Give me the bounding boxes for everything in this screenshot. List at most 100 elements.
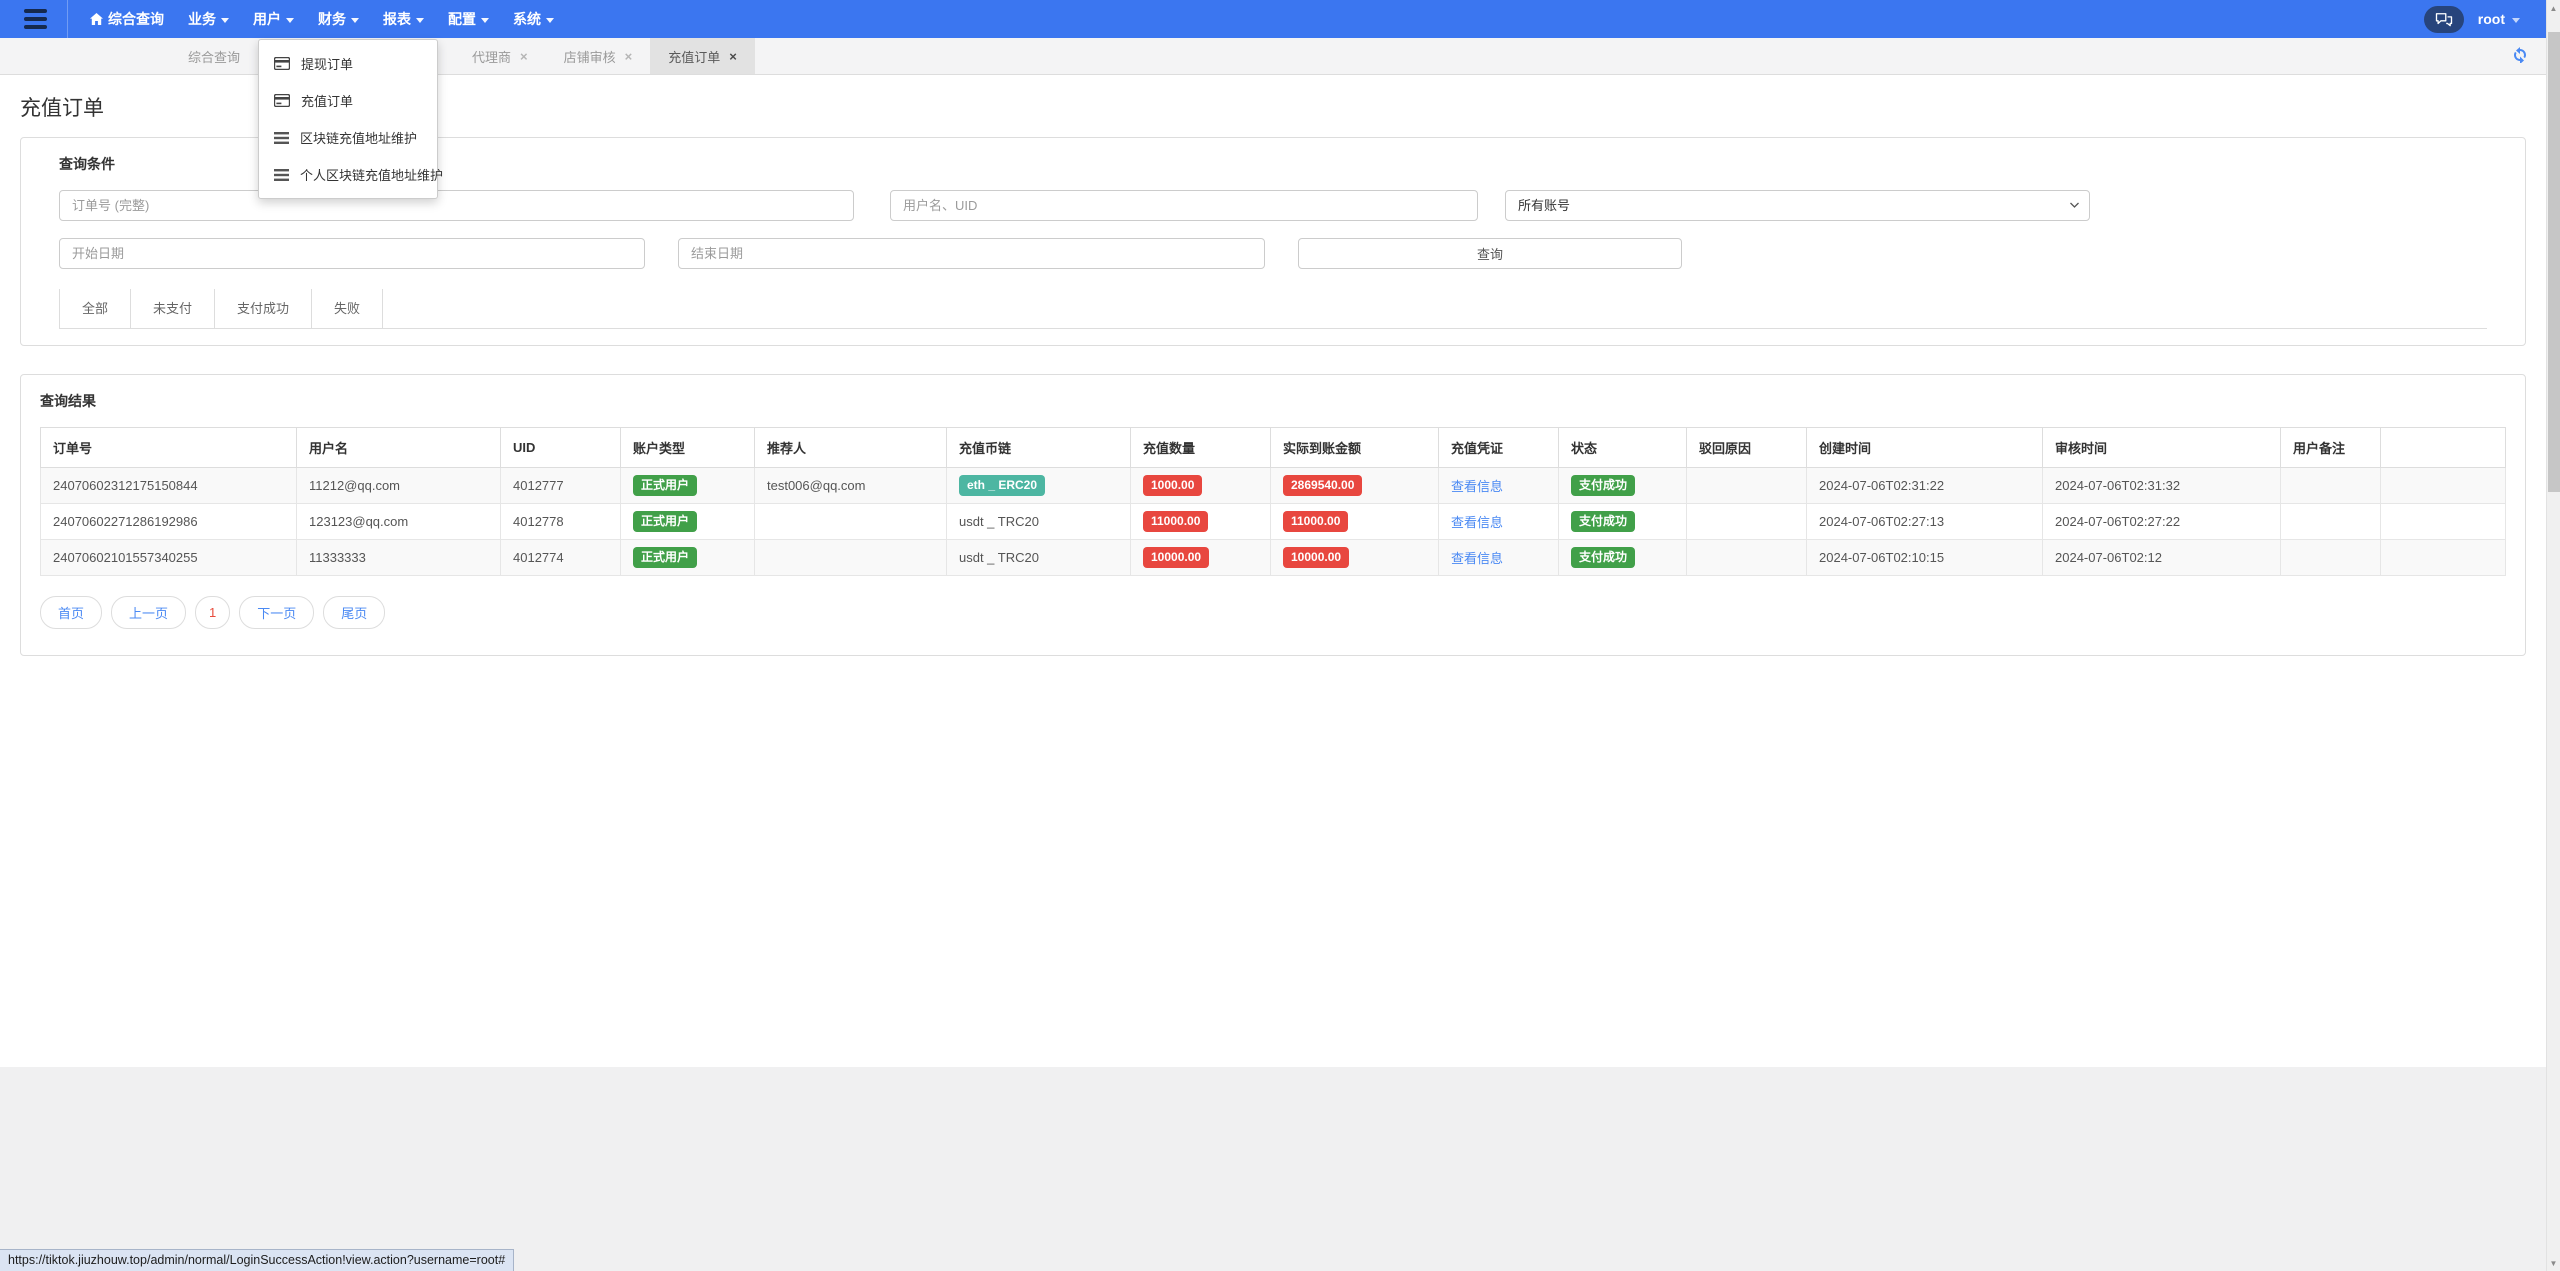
cell-account-type: 正式用户 [620, 503, 755, 540]
nav-item-label: 综合查询 [108, 11, 164, 27]
pagination: 首页 上一页 1 下一页 尾页 [40, 596, 2506, 629]
col-reject-reason: 驳回原因 [1686, 427, 1807, 468]
actual-amount-badge: 10000.00 [1283, 547, 1350, 568]
caret-down-icon [416, 17, 424, 23]
nav-item-finance[interactable]: 财务 [306, 0, 371, 38]
view-info-link[interactable]: 查看信息 [1451, 479, 1503, 494]
nav-item-label: 用户 [253, 11, 281, 27]
chain-badge: eth _ ERC20 [959, 475, 1046, 496]
scroll-down-icon[interactable]: ▼ [2547, 1255, 2560, 1271]
caret-down-icon [286, 17, 294, 23]
end-date-input[interactable] [678, 238, 1265, 269]
cell-reject-reason [1686, 539, 1807, 576]
main-content: 充值订单 查询条件 所有账号 查询 全部 未支付 支付成功 失败 [0, 75, 2546, 1067]
view-info-link[interactable]: 查看信息 [1451, 551, 1503, 566]
amount-badge: 10000.00 [1143, 547, 1210, 568]
col-voucher: 充值凭证 [1438, 427, 1559, 468]
chat-button[interactable] [2423, 5, 2464, 33]
close-icon[interactable]: × [625, 50, 633, 63]
refresh-icon[interactable] [2512, 47, 2528, 63]
user-menu[interactable]: root [2478, 11, 2520, 27]
nav-item-business[interactable]: 业务 [176, 0, 241, 38]
tab-recharge-orders[interactable]: 充值订单 × [650, 38, 755, 74]
scrollbar-thumb[interactable] [2548, 32, 2560, 492]
menu-item-label: 个人区块链充值地址维护 [300, 168, 444, 183]
status-tab-all[interactable]: 全部 [59, 289, 130, 328]
cell-extra [2380, 539, 2506, 576]
query-button[interactable]: 查询 [1298, 238, 1682, 269]
cell-chain: usdt _ TRC20 [946, 539, 1131, 576]
nav-item-label: 配置 [448, 11, 476, 27]
cell-referrer: test006@qq.com [754, 467, 947, 504]
cell-username: 11212@qq.com [296, 467, 501, 504]
menu-item-label: 区块链充值地址维护 [300, 131, 418, 146]
chat-icon [2435, 12, 2453, 27]
username-uid-input[interactable] [890, 190, 1478, 221]
close-icon[interactable]: × [729, 50, 737, 63]
start-date-input[interactable] [59, 238, 645, 269]
vertical-scrollbar[interactable]: ▲ ▼ [2546, 0, 2560, 1271]
view-info-link[interactable]: 查看信息 [1451, 515, 1503, 530]
table-row: 24070602271286192986 123123@qq.com 40127… [40, 503, 2506, 540]
col-account-type: 账户类型 [620, 427, 755, 468]
pagination-next-button[interactable]: 下一页 [239, 596, 315, 629]
col-order-no: 订单号 [40, 427, 297, 468]
tab-overview[interactable]: 综合查询 [170, 38, 258, 74]
tab-label: 综合查询 [188, 49, 241, 65]
status-tab-failed[interactable]: 失败 [311, 289, 384, 328]
nav-item-users[interactable]: 用户 [241, 0, 306, 38]
nav-item-overview[interactable]: 综合查询 [78, 0, 176, 38]
results-table: 订单号 用户名 UID 账户类型 推荐人 充值币链 充值数量 实际到账金额 充值… [40, 427, 2506, 576]
navbar-right: root [2423, 5, 2546, 33]
cell-referrer [754, 539, 947, 576]
menu-item-blockchain-address[interactable]: 区块链充值地址维护 [259, 119, 437, 156]
pagination-prev-button[interactable]: 上一页 [111, 596, 187, 629]
cell-amount: 1000.00 [1130, 467, 1271, 504]
account-select-wrap: 所有账号 [1505, 190, 2090, 221]
pagination-current-page[interactable]: 1 [195, 596, 231, 629]
tab-agents[interactable]: 代理商 × [454, 38, 546, 74]
tab-label: 充值订单 [668, 49, 721, 65]
results-panel: 查询结果 订单号 用户名 UID 账户类型 推荐人 充值币链 充值数量 实际到账… [20, 374, 2526, 656]
navbar-divider [67, 0, 68, 38]
tab-shop-review[interactable]: 店铺审核 × [546, 38, 651, 74]
cell-created-time: 2024-07-06T02:10:15 [1806, 539, 2043, 576]
cell-uid: 4012778 [500, 503, 621, 540]
cell-voucher: 查看信息 [1438, 503, 1559, 540]
amount-badge: 11000.00 [1143, 511, 1209, 532]
username-label: root [2477, 11, 2505, 27]
status-tab-unpaid[interactable]: 未支付 [130, 289, 214, 328]
status-filter-tabs: 全部 未支付 支付成功 失败 [59, 289, 2487, 329]
finance-dropdown-menu: 提现订单 充值订单 区块链充值地址维护 个人区块链充值地址维护 [258, 39, 443, 199]
cell-actual-amount: 2869540.00 [1270, 467, 1439, 504]
top-navbar: 综合查询 业务 用户 财务 报表 配置 系统 root [0, 0, 2546, 38]
hamburger-menu-icon[interactable] [18, 5, 53, 33]
account-select[interactable]: 所有账号 [1505, 190, 2090, 221]
credit-card-icon [274, 94, 290, 107]
table-row: 24070602101557340255 11333333 4012774 正式… [40, 539, 2506, 576]
nav-item-config[interactable]: 配置 [436, 0, 501, 38]
cell-chain: usdt _ TRC20 [946, 503, 1131, 540]
cell-reject-reason [1686, 467, 1807, 504]
cell-voucher: 查看信息 [1438, 539, 1559, 576]
cell-amount: 11000.00 [1130, 503, 1271, 540]
status-tab-paid[interactable]: 支付成功 [214, 289, 311, 328]
account-type-badge: 正式用户 [633, 475, 698, 496]
account-type-badge: 正式用户 [633, 547, 698, 568]
scroll-up-icon[interactable]: ▲ [2547, 0, 2560, 16]
pagination-first-button[interactable]: 首页 [40, 596, 103, 629]
col-actual-amount: 实际到账金额 [1270, 427, 1439, 468]
cell-uid: 4012777 [500, 467, 621, 504]
cell-chain: eth _ ERC20 [946, 467, 1131, 504]
nav-item-reports[interactable]: 报表 [371, 0, 436, 38]
menu-item-withdraw-orders[interactable]: 提现订单 [259, 45, 437, 82]
nav-item-system[interactable]: 系统 [501, 0, 566, 38]
actual-amount-badge: 2869540.00 [1283, 475, 1363, 496]
close-icon[interactable]: × [520, 50, 528, 63]
tab-label: 店铺审核 [563, 49, 616, 65]
cell-amount: 10000.00 [1130, 539, 1271, 576]
menu-item-recharge-orders[interactable]: 充值订单 [259, 82, 437, 119]
pagination-last-button[interactable]: 尾页 [323, 596, 386, 629]
menu-item-personal-blockchain-address[interactable]: 个人区块链充值地址维护 [259, 156, 443, 193]
order-number-input[interactable] [59, 190, 854, 221]
